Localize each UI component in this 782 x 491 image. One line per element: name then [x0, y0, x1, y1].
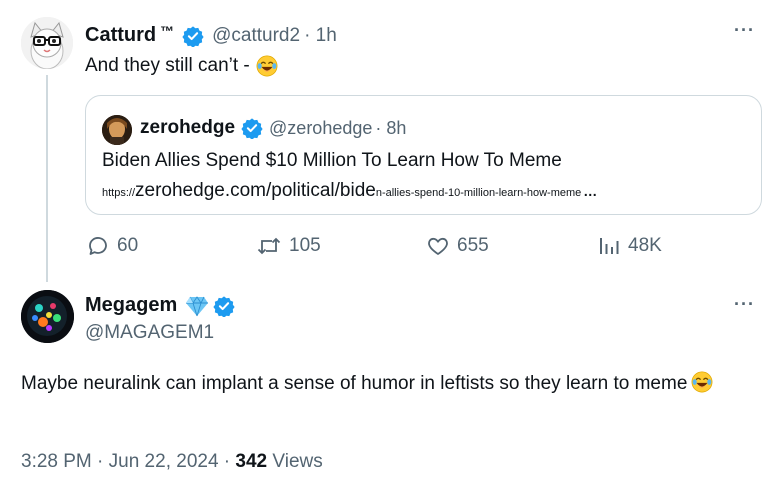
quoted-link-rest: n-allies-spend-10-million-learn-how-meme [375, 187, 582, 199]
tweet1-more-button[interactable]: ··· [734, 20, 755, 41]
tweet1-author: Catturd ™ @catturd2 · 1h [85, 22, 337, 47]
like-button[interactable]: 655 [426, 234, 489, 258]
views-count: 48K [628, 235, 662, 256]
reply-button[interactable]: 60 [86, 234, 138, 258]
quoted-handle[interactable]: @zerohedge [269, 118, 372, 139]
tweet1-handle[interactable]: @catturd2 [212, 25, 300, 47]
tweet1-text-row: And they still can’t - [85, 55, 278, 77]
quoted-link[interactable]: https:// zerohedge.com/political/bide n-… [102, 180, 597, 202]
quoted-author: zerohedge @zerohedge · 8h [140, 117, 406, 139]
reply-icon [89, 237, 107, 255]
reply-count: 60 [117, 235, 139, 256]
repost-count: 105 [289, 235, 321, 256]
repost-icon [257, 237, 281, 255]
views-chart-icon [600, 238, 619, 254]
quoted-link-prefix: https:// [102, 187, 136, 199]
quoted-tweet-text: Biden Allies Spend $10 Million To Learn … [102, 150, 562, 171]
tweet1-text: And they still can’t - [85, 55, 250, 76]
tweet2-author-name[interactable]: Megagem [85, 294, 177, 317]
quoted-author-name[interactable]: zerohedge [140, 117, 235, 139]
tweet2-views-count: 342 [235, 451, 268, 472]
verified-badge-icon [241, 118, 263, 139]
face-with-tears-of-joy-icon [256, 55, 278, 77]
verified-badge-icon [182, 25, 204, 47]
zerohedge-avatar[interactable] [102, 115, 132, 145]
tweet2-handle[interactable]: @MAGAGEM1 [85, 322, 214, 344]
repost-button[interactable]: 105 [256, 234, 321, 258]
thread-connector-line [46, 75, 48, 282]
tweet2-timestamp[interactable]: 3:28 PM · Jun 22, 2024 · [21, 451, 230, 472]
tweet1-time[interactable]: · 1h [304, 25, 337, 47]
verified-badge-icon [213, 295, 235, 317]
tweet1-name-suffix: ™ [160, 22, 175, 39]
quoted-link-main: zerohedge.com/political/bide [135, 180, 376, 201]
megagem-avatar[interactable] [21, 290, 74, 343]
tweet2-text-block: Maybe neuralink can implant a sense of h… [21, 369, 761, 398]
gem-icon [186, 295, 209, 316]
tweet1-author-name[interactable]: Catturd [85, 24, 156, 47]
tweet2-author: Megagem [85, 294, 235, 317]
tweet2-text: Maybe neuralink can implant a sense of h… [21, 373, 688, 394]
tweet2-views-label: Views [272, 451, 323, 472]
face-with-tears-of-joy-icon [691, 371, 713, 393]
heart-icon [428, 237, 448, 255]
quoted-time[interactable]: · 8h [375, 118, 406, 139]
catturd-avatar[interactable] [21, 17, 73, 69]
views-button[interactable]: 48K [597, 234, 662, 258]
like-count: 655 [457, 235, 489, 256]
quoted-link-ellipsis: … [583, 183, 598, 199]
tweet2-meta: 3:28 PM · Jun 22, 2024 · 342 Views [21, 451, 323, 473]
tweet2-more-button[interactable]: ··· [734, 294, 755, 315]
